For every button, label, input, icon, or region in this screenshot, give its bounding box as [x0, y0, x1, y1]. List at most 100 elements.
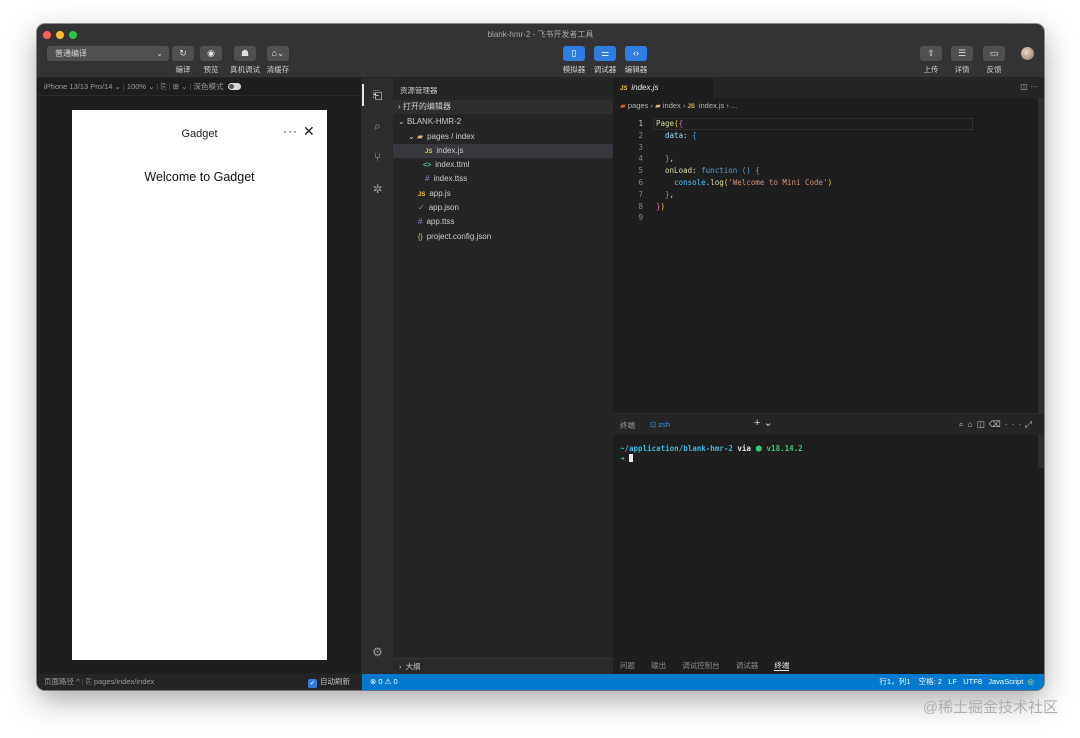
- line-number: 3: [638, 142, 643, 152]
- tab-debugger[interactable]: 调试器: [736, 661, 759, 670]
- clear-cache-button[interactable]: ⌂⌄: [267, 46, 289, 61]
- checkbox-checked-icon: ✓: [308, 679, 317, 688]
- file-item[interactable]: <> index.ttml: [393, 158, 613, 172]
- feedback-icon: ▭: [989, 48, 999, 58]
- file-item[interactable]: {} project.config.json: [393, 230, 613, 244]
- breadcrumb-index[interactable]: index: [663, 101, 681, 110]
- line-number: 9: [638, 213, 643, 223]
- line-number: 4: [638, 154, 643, 164]
- indentation[interactable]: 空格: 2: [919, 677, 942, 686]
- remote-debug-button[interactable]: ☗: [234, 46, 256, 61]
- project-section[interactable]: ⌄ BLANK-HMR-2: [393, 115, 613, 129]
- breadcrumb-ellipsis[interactable]: ...: [731, 101, 737, 110]
- code-line: 4 },: [613, 153, 1044, 165]
- watermark: @稀土掘金技术社区: [922, 699, 1058, 716]
- upload-button[interactable]: ⇪: [920, 46, 942, 61]
- page-path-label[interactable]: 页面路径: [44, 677, 74, 686]
- sliders-icon: ⚌: [600, 48, 610, 58]
- device-select[interactable]: iPhone 13/13 Pro/14: [44, 82, 112, 91]
- upload-label: 上传: [923, 65, 939, 74]
- source-control-icon[interactable]: ⑂: [369, 149, 386, 166]
- dark-mode-label: 深色模式: [193, 82, 224, 91]
- open-editors-section[interactable]: › 打开的编辑器: [393, 100, 613, 114]
- project-label: BLANK-HMR-2: [406, 117, 462, 126]
- grid-icon[interactable]: ⊞ ⌄: [173, 82, 188, 91]
- zoom-select[interactable]: 100%: [127, 82, 146, 91]
- search-icon[interactable]: ⌕: [369, 118, 386, 135]
- encoding[interactable]: UTF8: [963, 677, 982, 686]
- tab-terminal[interactable]: 终端: [774, 661, 790, 671]
- tab-output[interactable]: 输出: [651, 661, 666, 670]
- preview-label: 预览: [203, 65, 219, 74]
- menu-icon: ☰: [957, 48, 967, 58]
- file-name: index.ttml: [435, 160, 470, 169]
- file-name: project.config.json: [426, 232, 492, 241]
- editor-status-right: 行1，列1 空格: 2 LF UTF8 JavaScript ◎: [879, 674, 1034, 690]
- file-item[interactable]: ✓ app.json: [393, 201, 613, 215]
- warning-count: ⚠ 0: [384, 677, 398, 686]
- chevron-right-icon: ›: [682, 101, 688, 110]
- active-indicator: [362, 84, 364, 106]
- terminal-output[interactable]: ~/application/blank-hmr-2 via ⬢ v18.14.2…: [620, 444, 803, 464]
- compile-mode-select[interactable]: 普通编译 ⌄: [47, 46, 169, 61]
- debug-icon[interactable]: ✲: [369, 181, 386, 198]
- more-icon[interactable]: ···: [283, 124, 298, 138]
- end-of-line[interactable]: LF: [948, 677, 957, 686]
- folder-pages-index[interactable]: ⌄ ▰ pages / index: [393, 130, 613, 144]
- file-item[interactable]: JS app.js: [393, 187, 613, 201]
- notification-icon[interactable]: ◎: [1027, 677, 1034, 686]
- code-line: 7 },: [613, 189, 1044, 201]
- file-item[interactable]: JS index.js: [393, 144, 613, 158]
- split-editor-icon[interactable]: ◫ ···: [1020, 82, 1038, 91]
- toolbar: blank-hmr-2 - 飞书开发者工具 普通编译 ⌄ ↻ 编译 ◉ 预览 ☗…: [37, 24, 1044, 78]
- tab-problems[interactable]: 问题: [620, 661, 635, 670]
- simulator-panel: iPhone 13/13 Pro/14 ⌄ | 100% ⌄ | ⎘ | ⊞ ⌄…: [37, 78, 362, 674]
- close-icon[interactable]: ✕: [303, 123, 315, 140]
- terminal-header: 终端 ⊡ zsh + ⌄ ⌕⌂◫⌫···⤢: [613, 413, 1044, 435]
- details-label: 详情: [954, 65, 970, 74]
- terminal-tab[interactable]: ⊡ zsh: [650, 420, 670, 429]
- outline-section[interactable]: › 大纲: [393, 658, 613, 674]
- breadcrumb-pages[interactable]: pages: [628, 101, 648, 110]
- ttss-file-icon: #: [418, 217, 423, 226]
- simulator-toggle[interactable]: ▯: [563, 46, 585, 61]
- problems-indicator[interactable]: ⊗ 0 ⚠ 0: [370, 674, 398, 690]
- ttss-file-icon: #: [425, 174, 430, 183]
- terminal-tools-icon[interactable]: ⌕⌂◫⌫···⤢: [959, 419, 1036, 430]
- cursor-position[interactable]: 行1，列1: [879, 677, 910, 686]
- feedback-label: 反馈: [986, 65, 1002, 74]
- explorer-panel: 资源管理器 › 打开的编辑器 ⌄ BLANK-HMR-2 ⌄ ▰ pages / …: [393, 78, 613, 674]
- new-terminal-button[interactable]: + ⌄: [754, 416, 773, 429]
- debugger-toggle[interactable]: ⚌: [594, 46, 616, 61]
- settings-gear-icon[interactable]: ⚙: [369, 644, 386, 661]
- chevron-down-icon: ⌄: [148, 82, 157, 91]
- breadcrumb: ▰ pages › ▰ index › JS index.js › ...: [620, 101, 737, 110]
- editor-toggle[interactable]: ‹›: [625, 46, 647, 61]
- outline-label: 大纲: [405, 662, 421, 671]
- tab-debug-console[interactable]: 调试控制台: [682, 661, 720, 670]
- remote-debug-label: 真机调试: [230, 65, 260, 74]
- language-mode[interactable]: JavaScript: [988, 677, 1023, 686]
- copy-icon[interactable]: ⎘: [86, 677, 94, 686]
- breadcrumb-file[interactable]: index.js: [699, 101, 724, 110]
- refresh-icon: ↻: [179, 48, 187, 58]
- folder-label: pages / index: [427, 132, 475, 141]
- tab-index-js[interactable]: JS index.js: [613, 78, 713, 98]
- preview-button[interactable]: ◉: [200, 46, 222, 61]
- prompt-node-version: ⬢ v18.14.2: [755, 444, 803, 453]
- dark-mode-toggle[interactable]: [227, 83, 241, 90]
- line-number: 7: [638, 189, 643, 199]
- avatar[interactable]: [1021, 47, 1034, 60]
- auto-refresh-toggle[interactable]: ✓ 自动刷新: [308, 674, 350, 690]
- code-line: 5 onLoad: function () {: [613, 165, 1044, 177]
- file-item[interactable]: # app.ttss: [393, 215, 613, 229]
- file-item[interactable]: # index.ttss: [393, 172, 613, 186]
- simulator-label: 模拟器: [562, 65, 586, 74]
- rotate-icon[interactable]: ⎘: [161, 82, 167, 91]
- code-line: 1 Page({: [613, 118, 1044, 130]
- feedback-button[interactable]: ▭: [983, 46, 1005, 61]
- files-icon[interactable]: ⎗: [369, 87, 386, 104]
- compile-button[interactable]: ↻: [172, 46, 194, 61]
- code-editor[interactable]: 1 Page({ 2 data: { 3 4 }, 5 onLoad: funct…: [613, 118, 1044, 224]
- details-button[interactable]: ☰: [951, 46, 973, 61]
